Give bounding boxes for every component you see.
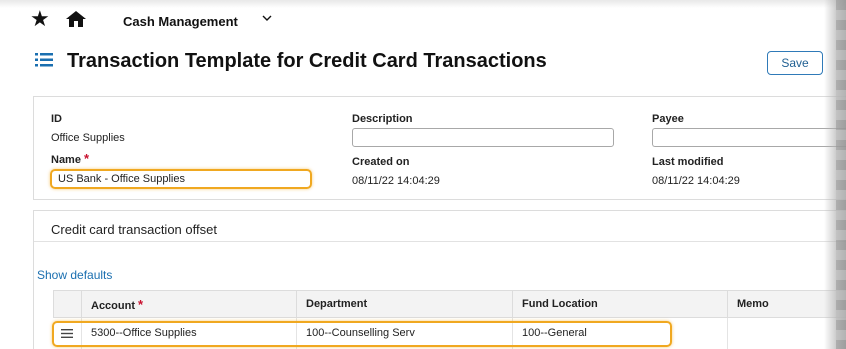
- required-mark: *: [83, 151, 90, 166]
- column-department[interactable]: Department: [296, 291, 512, 319]
- edge-stripes: [836, 0, 846, 349]
- section-divider: [34, 241, 846, 242]
- created-value: 08/11/22 14:04:29: [352, 175, 440, 187]
- id-value: Office Supplies: [51, 132, 125, 144]
- description-input[interactable]: [352, 128, 614, 147]
- name-label: Name *: [51, 151, 89, 166]
- name-label-text: Name: [51, 154, 81, 166]
- section-title: Credit card transaction offset: [51, 222, 217, 237]
- save-button[interactable]: Save: [767, 51, 823, 75]
- app-name[interactable]: Cash Management: [123, 14, 238, 29]
- name-field[interactable]: US Bank - Office Supplies: [58, 173, 185, 185]
- grid-header: Account * Department Fund Location Memo: [53, 290, 846, 319]
- grid-handle-header: [53, 291, 81, 319]
- cell-memo[interactable]: [727, 318, 846, 349]
- column-account[interactable]: Account *: [81, 291, 296, 319]
- modified-label: Last modified: [652, 156, 724, 168]
- id-label: ID: [51, 113, 62, 125]
- chevron-down-icon[interactable]: [262, 14, 272, 22]
- show-defaults-link[interactable]: Show defaults: [37, 268, 112, 282]
- details-card: ID Office Supplies Name * US Bank - Offic…: [33, 96, 846, 200]
- modified-value: 08/11/22 14:04:29: [652, 175, 740, 187]
- column-account-label: Account: [91, 300, 135, 312]
- description-label: Description: [352, 113, 413, 125]
- column-fund-location[interactable]: Fund Location: [512, 291, 727, 319]
- created-label: Created on: [352, 156, 410, 168]
- row-highlight: [52, 321, 672, 347]
- home-icon[interactable]: [66, 11, 86, 27]
- column-memo[interactable]: Memo: [727, 291, 846, 319]
- payee-label: Payee: [652, 113, 684, 125]
- offset-card: Credit card transaction offset Show defa…: [33, 210, 846, 349]
- list-menu-icon[interactable]: [35, 53, 53, 67]
- star-icon[interactable]: ★: [30, 8, 50, 30]
- page-title: Transaction Template for Credit Card Tra…: [67, 50, 547, 72]
- required-mark: *: [138, 297, 144, 312]
- payee-input[interactable]: [652, 128, 846, 147]
- top-nav-bar: ★ Cash Management: [0, 0, 846, 40]
